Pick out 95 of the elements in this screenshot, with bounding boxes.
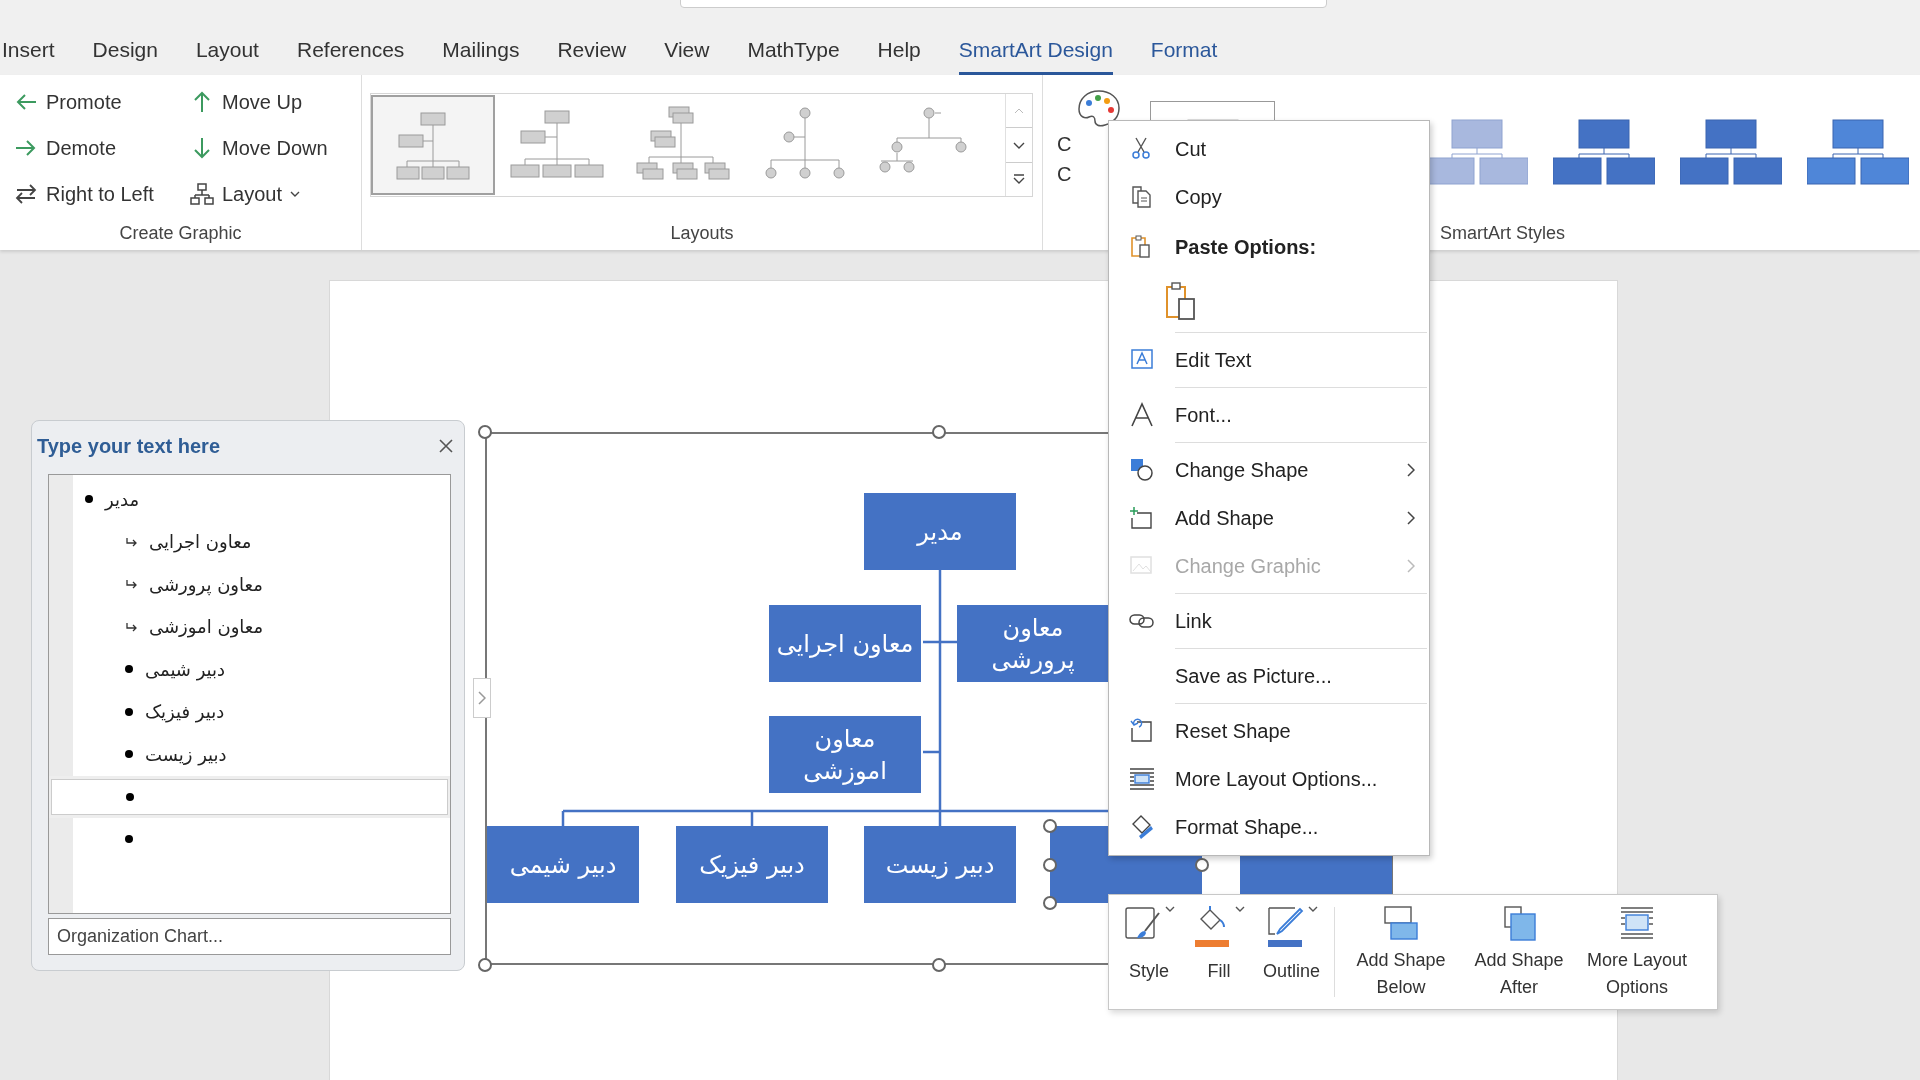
shapes-icon (1129, 457, 1155, 483)
ribbon-tab[interactable]: MathType (747, 38, 840, 75)
bullet-icon (125, 750, 133, 759)
font-icon (1129, 402, 1155, 428)
format-button[interactable]: Outline (1257, 901, 1327, 1003)
menu-item[interactable]: Edit Text (1109, 329, 1429, 384)
menu-header: Paste Options: (1109, 221, 1429, 273)
chevron-right-icon (1407, 463, 1415, 477)
resize-handle[interactable] (932, 958, 946, 972)
ribbon-button[interactable]: Move Down (190, 125, 328, 171)
list-item-text[interactable]: معاون پرورشی (149, 573, 263, 595)
resize-handle[interactable] (478, 425, 492, 439)
ribbon-button[interactable]: Layout (190, 171, 328, 217)
resize-handle[interactable] (478, 958, 492, 972)
assistant-bullet-icon (125, 621, 137, 632)
toolbar-button[interactable]: Add Shape After (1461, 901, 1578, 1003)
ribbon-tab[interactable]: Review (557, 38, 627, 75)
add-shape-icon (1129, 505, 1155, 531)
layout-thumbnail[interactable] (371, 95, 496, 195)
ribbon-tab[interactable]: Mailings (442, 38, 520, 75)
chevron-down-icon (1013, 141, 1026, 149)
add-shape-below-icon (1383, 905, 1420, 941)
bullet-icon (125, 665, 133, 674)
ribbon-tab[interactable]: Design (92, 38, 158, 75)
ribbon-button[interactable]: Demote (14, 125, 178, 171)
menu-item[interactable]: Link (1109, 590, 1429, 645)
menu-item[interactable]: Save as Picture... (1109, 645, 1429, 700)
format-button[interactable]: Style (1117, 901, 1181, 1003)
organization-chart-link[interactable]: Organization Chart... (48, 918, 451, 955)
org-chart-node[interactable]: معاون پرورشی (957, 605, 1109, 682)
pen-icon (1265, 905, 1306, 949)
menu-item[interactable]: Reset Shape (1109, 700, 1429, 755)
menu-item[interactable]: Copy (1109, 173, 1429, 221)
menu-item[interactable]: More Layout Options... (1109, 755, 1429, 803)
list-item-text[interactable]: معاون اموزشی (149, 616, 264, 638)
ribbon-tab[interactable]: Insert (2, 38, 55, 75)
caret-icon (1165, 905, 1175, 913)
reset-shape-icon (1129, 718, 1155, 744)
bullet-icon (125, 835, 133, 844)
ribbon-tab[interactable]: Format (1150, 38, 1218, 75)
list-item-text[interactable]: دبیر فیزیک (145, 701, 225, 723)
ribbon-tab[interactable]: Help (877, 38, 921, 75)
bullet-icon (126, 792, 134, 801)
resize-handle[interactable] (1043, 857, 1057, 872)
ribbon-tab[interactable]: Layout (195, 38, 259, 75)
expand-gallery-icon (1013, 173, 1026, 186)
org-chart-node[interactable]: معاون اموزشی (769, 716, 921, 793)
resize-handle[interactable] (1043, 819, 1057, 833)
list-item-text[interactable]: مدیر (105, 488, 140, 510)
toolbar-button[interactable]: Add Shape Below (1343, 901, 1460, 1003)
ribbon-button[interactable]: Right to Left (14, 171, 178, 217)
ribbon-button[interactable]: Promote (14, 79, 178, 125)
caret-icon (290, 190, 301, 198)
chevron-right-icon (1407, 511, 1415, 525)
chevron-right-icon (1407, 559, 1415, 573)
menu-item[interactable]: Change Shape (1109, 439, 1429, 494)
add-shape-after-icon (1501, 905, 1538, 941)
close-button[interactable] (438, 438, 454, 454)
menu-item[interactable]: Font... (1109, 384, 1429, 439)
menu-item[interactable]: Format Shape... (1109, 803, 1429, 851)
caret-icon (1235, 905, 1245, 913)
resize-handle[interactable] (932, 425, 946, 439)
format-button[interactable]: Fill (1187, 901, 1251, 1003)
caret-icon (1307, 905, 1318, 913)
org-chart-node[interactable]: مدیر (864, 493, 1016, 570)
list-item-text[interactable]: معاون اجرایی (149, 531, 252, 553)
menu-item[interactable]: Add Shape (1109, 494, 1429, 542)
palette-icon[interactable] (1077, 89, 1121, 129)
layout-options-icon (1619, 905, 1656, 941)
org-chart-node[interactable]: دبیر فیزیک (676, 826, 828, 903)
swap-arrows-icon (14, 182, 38, 206)
pane-title: Type your text here (37, 434, 221, 458)
org-chart-node[interactable]: دبیر زیست (864, 826, 1016, 903)
org-chart-node[interactable]: دبیر شیمی (487, 826, 639, 903)
org-chart-node[interactable]: معاون اجرایی (769, 605, 921, 682)
hierarchy-icon (190, 182, 214, 206)
group-label: Layouts (670, 223, 734, 244)
ribbon-button[interactable]: Move Up (190, 79, 328, 125)
ribbon-tab[interactable]: View (664, 38, 710, 75)
chevron-up-icon (1014, 106, 1025, 115)
assistant-bullet-icon (125, 536, 137, 547)
chevron-right-icon (478, 691, 486, 705)
layout-options-icon (1129, 766, 1155, 792)
resize-handle[interactable] (1043, 896, 1057, 910)
group-label: Create Graphic (119, 223, 242, 244)
list-item-text[interactable]: دبیر شیمی (145, 658, 226, 680)
group-label: SmartArt Styles (1440, 223, 1566, 244)
bullet-icon (125, 707, 133, 716)
bullet-icon (85, 495, 93, 504)
menu-item[interactable]: Cut (1109, 125, 1429, 173)
assistant-bullet-icon (125, 579, 137, 590)
ribbon-tab[interactable]: References (296, 38, 405, 75)
list-item-text[interactable]: دبیر زیست (145, 743, 227, 765)
toolbar-button[interactable]: More Layout Options (1579, 901, 1696, 1003)
close-icon (438, 438, 454, 454)
